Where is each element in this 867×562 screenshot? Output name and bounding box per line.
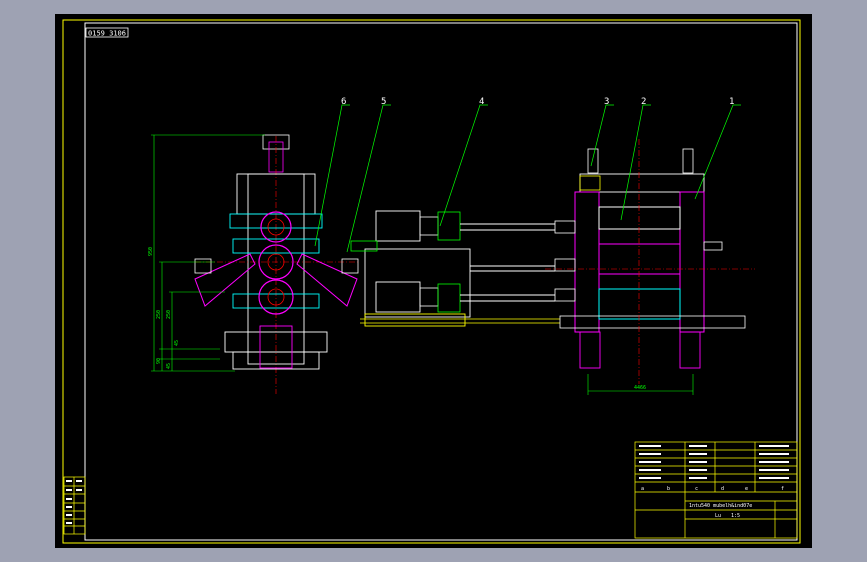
cad-drawing: 0159 3106 950 250 250 45 90 45 4466 1 2 …	[62, 19, 801, 544]
dim-base-c: 45	[166, 363, 172, 369]
balloon-5: 5	[381, 97, 386, 107]
dim-base-a: 45	[174, 340, 180, 346]
outer-border	[62, 19, 801, 544]
drawing-sheet: 0159 3106 950 250 250 45 90 45 4466 1 2 …	[55, 14, 812, 548]
dim-base-b: 90	[156, 358, 162, 364]
balloon-2: 2	[641, 97, 646, 107]
front-view	[545, 139, 755, 384]
scale-label: Lu	[715, 513, 721, 519]
dim-lower-roll: 250	[166, 310, 172, 319]
scale-value: 1:5	[731, 513, 740, 519]
dim-roll-span: 4466	[634, 385, 646, 391]
drawing-code: 0159 3106	[88, 30, 126, 38]
dim-roll-center: 250	[156, 310, 162, 319]
title-letter-a: a	[641, 486, 644, 492]
balloon-labels: 1 2 3 4 5 6	[341, 97, 734, 107]
left-sign-block	[63, 476, 86, 535]
drawing-code-box: 0159 3106	[85, 27, 129, 38]
drawing-title: 1ntu540 mubelh&ind07e	[689, 503, 752, 509]
drive-assembly	[350, 210, 560, 327]
side-view	[194, 134, 360, 394]
dim-overall-height: 950	[148, 247, 154, 256]
title-block-letters: a b c d e f	[641, 486, 784, 492]
side-view-dim-labels: 950 250 250 45 90 45	[148, 247, 180, 369]
balloon-1: 1	[729, 97, 734, 107]
title-letter-c: c	[695, 486, 698, 492]
balloon-4: 4	[479, 97, 484, 107]
title-letter-d: d	[721, 486, 724, 492]
balloon-6: 6	[341, 97, 346, 107]
title-letter-b: b	[667, 486, 670, 492]
title-block	[634, 441, 798, 539]
title-letter-e: e	[745, 486, 748, 492]
title-letter-f: f	[781, 486, 784, 492]
balloon-3: 3	[604, 97, 609, 107]
